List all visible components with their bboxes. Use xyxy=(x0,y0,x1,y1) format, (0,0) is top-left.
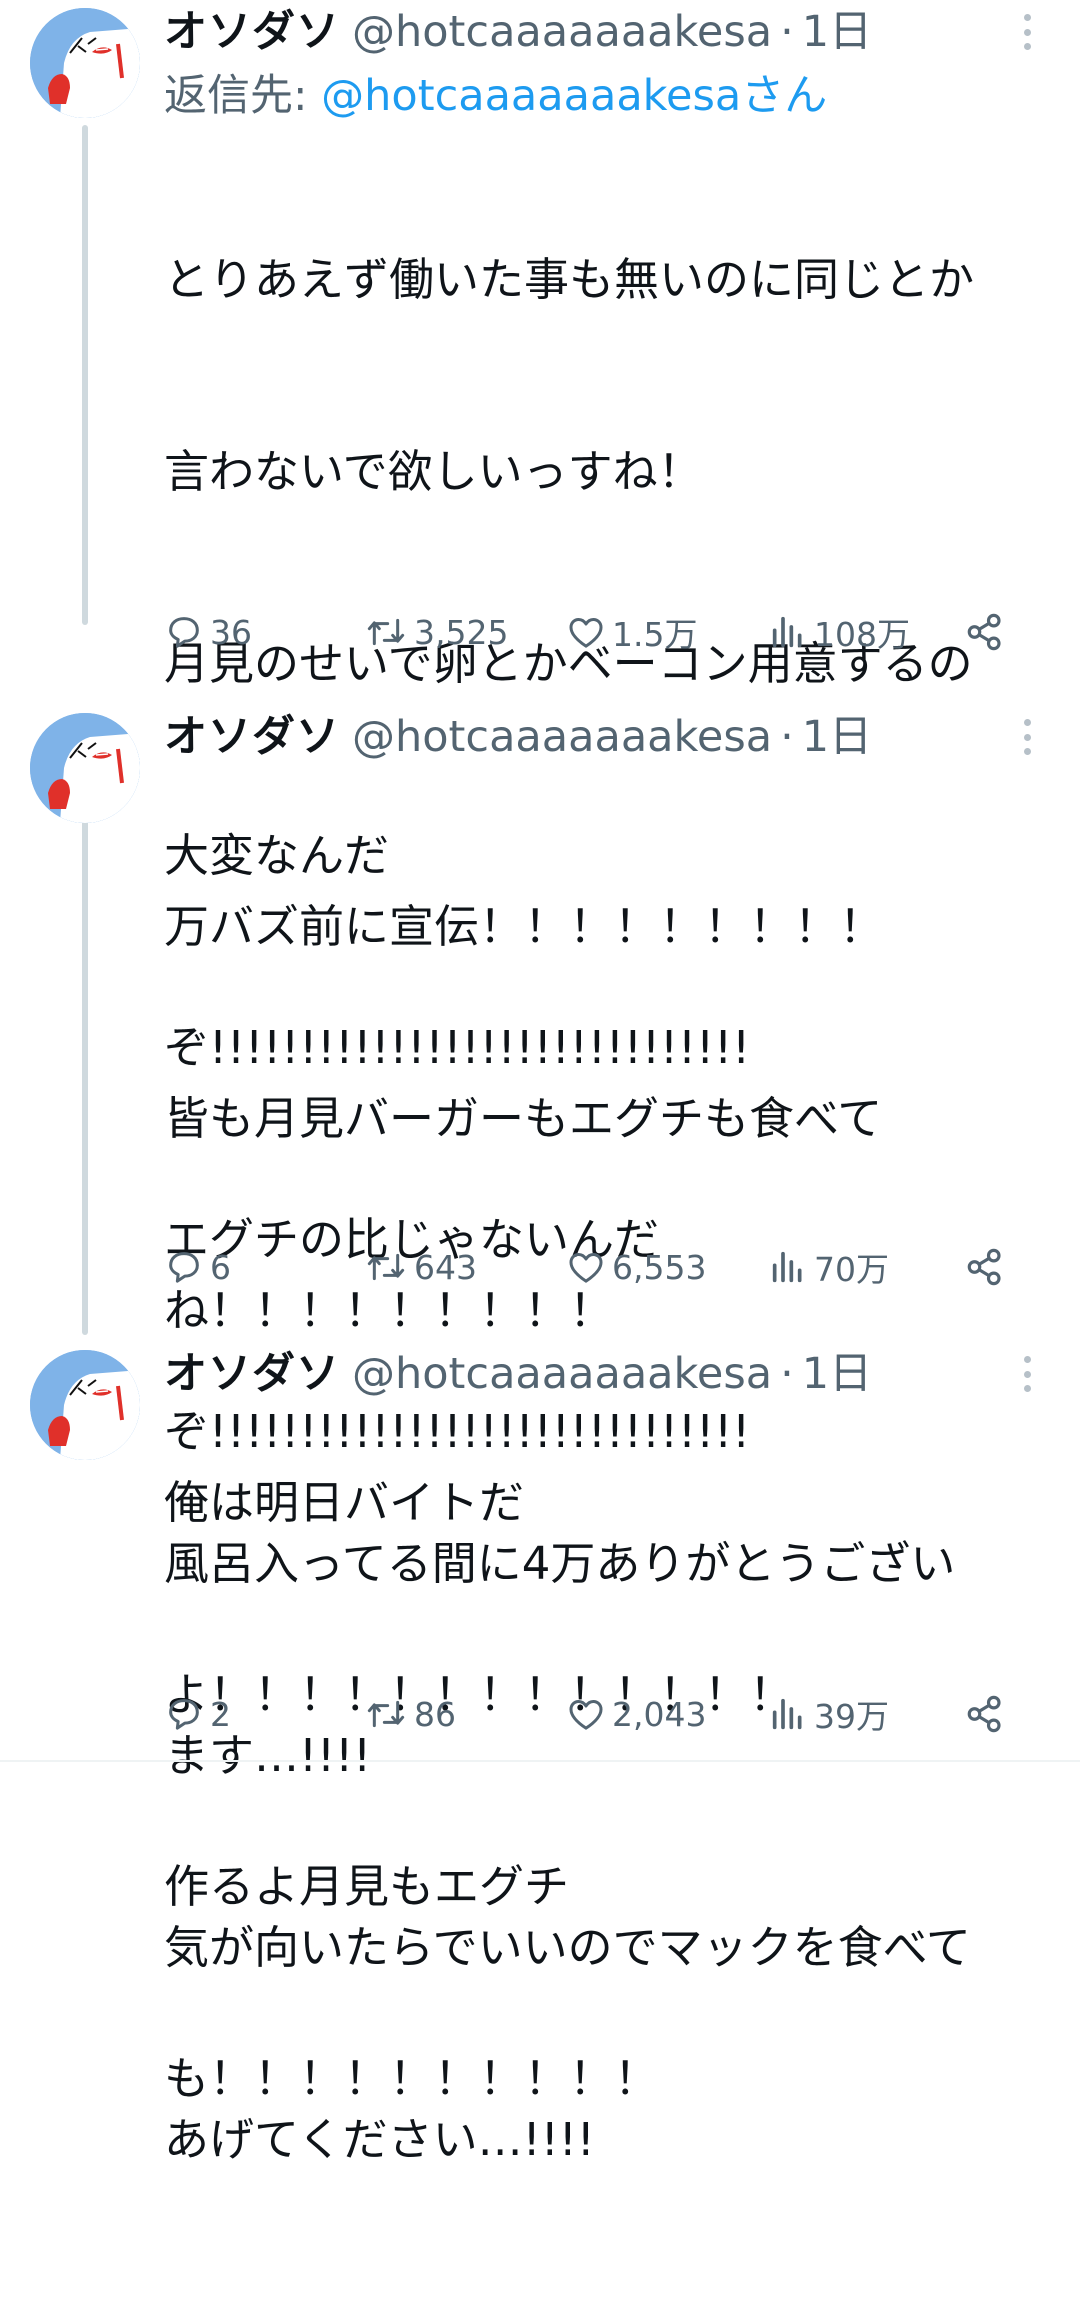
action-bar: 36 3,525 1.5万 108万 xyxy=(164,602,1024,662)
views-count: 70万 xyxy=(814,1250,889,1289)
user-handle[interactable]: @hotcaaaaaaakesa xyxy=(352,1342,772,1406)
retweet-count: 86 xyxy=(414,1694,456,1734)
timestamp[interactable]: 1日 xyxy=(802,0,872,64)
reply-count: 36 xyxy=(210,612,252,652)
reply-mention-link[interactable]: @hotcaaaaaaakesaさん xyxy=(321,71,827,121)
separator-dot: · xyxy=(780,1349,794,1399)
avatar[interactable] xyxy=(30,1350,140,1460)
tweet-line: 皆も月見バーガーもエグチも食べて xyxy=(164,1092,883,1145)
tweet[interactable]: オソダソ @hotcaaaaaaakesa · 1日 返信先: @hotcaaa… xyxy=(0,0,1080,1458)
user-handle[interactable]: @hotcaaaaaaakesa xyxy=(352,705,772,769)
retweet-icon xyxy=(367,618,405,646)
share-button[interactable] xyxy=(964,1684,1006,1744)
reply-count: 2 xyxy=(210,1694,231,1734)
like-count: 6,553 xyxy=(612,1247,707,1287)
like-icon xyxy=(569,618,603,648)
reply-icon xyxy=(169,1252,199,1283)
reply-icon xyxy=(169,617,199,648)
more-icon[interactable] xyxy=(1010,10,1044,54)
views-button[interactable]: 108万 xyxy=(768,602,910,662)
share-icon xyxy=(967,1695,1001,1733)
views-icon xyxy=(772,616,802,648)
display-name[interactable]: オソダソ xyxy=(164,0,340,64)
retweet-button[interactable]: 86 xyxy=(364,1684,456,1744)
reply-label: 返信先: xyxy=(164,71,308,121)
retweet-icon xyxy=(367,1253,405,1281)
more-icon[interactable] xyxy=(1010,715,1044,759)
separator-dot: · xyxy=(780,712,794,762)
views-button[interactable]: 39万 xyxy=(768,1684,889,1744)
views-count: 108万 xyxy=(814,615,910,654)
more-icon[interactable] xyxy=(1010,1352,1044,1396)
like-button[interactable]: 2,043 xyxy=(566,1684,706,1744)
reply-button[interactable]: 2 xyxy=(164,1684,231,1744)
action-bar: 2 86 2,043 39万 xyxy=(164,1684,1024,1744)
views-count: 39万 xyxy=(814,1697,889,1736)
display-name[interactable]: オソダソ xyxy=(164,705,340,769)
like-button[interactable]: 1.5万 xyxy=(566,602,697,662)
like-icon xyxy=(569,1700,603,1730)
retweet-count: 643 xyxy=(414,1247,477,1287)
tweet-line: とりあえず働いた事も無いのに同じとか xyxy=(164,253,975,306)
reply-context: 返信先: @hotcaaaaaaakesaさん xyxy=(164,64,827,128)
like-icon xyxy=(569,1253,603,1283)
tweet-line: あげてください…!!!! xyxy=(164,2113,595,2166)
user-handle[interactable]: @hotcaaaaaaakesa xyxy=(352,0,772,64)
action-bar: 6 643 6,553 70万 xyxy=(164,1237,1024,1297)
separator-dot: · xyxy=(780,7,794,57)
tweet[interactable]: オソダソ @hotcaaaaaaakesa · 1日 万バズ前に宣伝！！！！！！… xyxy=(0,705,1080,2105)
retweet-count: 3,525 xyxy=(414,612,509,652)
reply-icon xyxy=(169,1699,199,1730)
timestamp[interactable]: 1日 xyxy=(802,1342,872,1406)
reply-count: 6 xyxy=(210,1247,231,1287)
share-icon xyxy=(967,613,1001,651)
like-button[interactable]: 6,553 xyxy=(566,1237,706,1297)
tweet-line: 万バズ前に宣伝！！！！！！！！！ xyxy=(164,900,885,953)
views-icon xyxy=(772,1251,802,1283)
share-button[interactable] xyxy=(964,1237,1006,1297)
avatar[interactable] xyxy=(30,8,140,118)
divider xyxy=(0,1760,1080,1762)
tweet-line: 気が向いたらでいいのでマックを食べて xyxy=(164,1921,971,1974)
share-button[interactable] xyxy=(964,602,1006,662)
reply-button[interactable]: 36 xyxy=(164,602,252,662)
display-name[interactable]: オソダソ xyxy=(164,1342,340,1406)
timestamp[interactable]: 1日 xyxy=(802,705,872,769)
retweet-button[interactable]: 643 xyxy=(364,1237,477,1297)
tweet-line: 風呂入ってる間に4万ありがとうござい xyxy=(164,1537,956,1590)
tweet-text: 風呂入ってる間に4万ありがとうござい ます…!!!! 気が向いたらでいいのでマッ… xyxy=(164,1404,1044,2300)
like-count: 2,043 xyxy=(612,1694,707,1734)
tweet[interactable]: オソダソ @hotcaaaaaaakesa · 1日 風呂入ってる間に4万ありが… xyxy=(0,1342,1080,2166)
tweet-line: 言わないで欲しいっすね！ xyxy=(164,445,703,498)
retweet-icon xyxy=(367,1700,405,1728)
like-count: 1.5万 xyxy=(612,615,698,654)
reply-button[interactable]: 6 xyxy=(164,1237,231,1297)
views-button[interactable]: 70万 xyxy=(768,1237,889,1297)
retweet-button[interactable]: 3,525 xyxy=(364,602,508,662)
avatar[interactable] xyxy=(30,713,140,823)
share-icon xyxy=(967,1248,1001,1286)
views-icon xyxy=(772,1698,802,1730)
